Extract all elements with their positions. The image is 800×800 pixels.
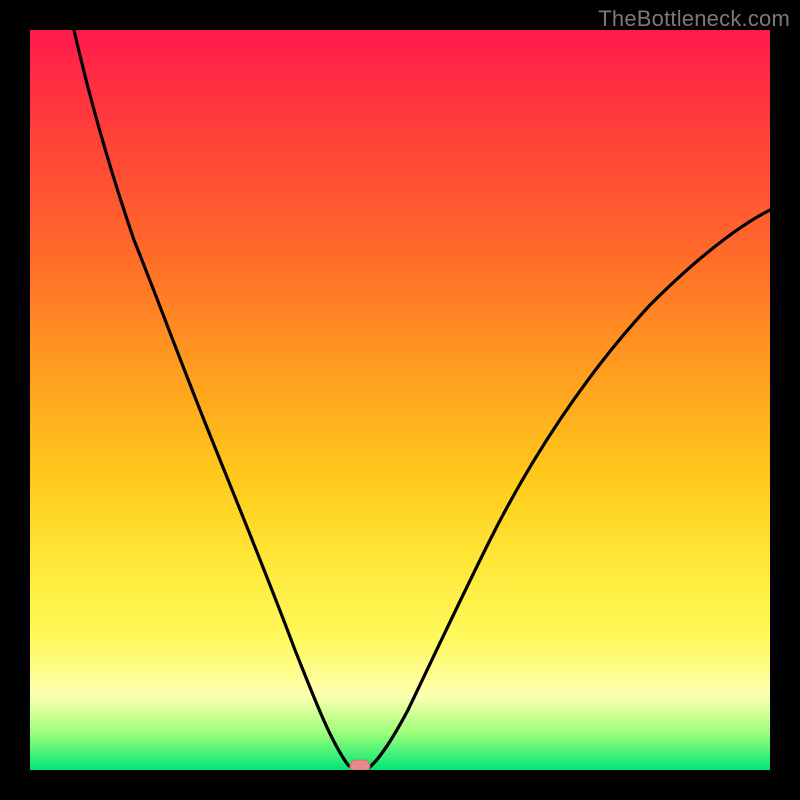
- watermark-text: TheBottleneck.com: [598, 6, 790, 32]
- curve-path: [74, 30, 770, 770]
- chart-frame: TheBottleneck.com: [0, 0, 800, 800]
- bottleneck-curve: [30, 30, 770, 770]
- plot-area: [30, 30, 770, 770]
- minimum-marker: [350, 760, 370, 770]
